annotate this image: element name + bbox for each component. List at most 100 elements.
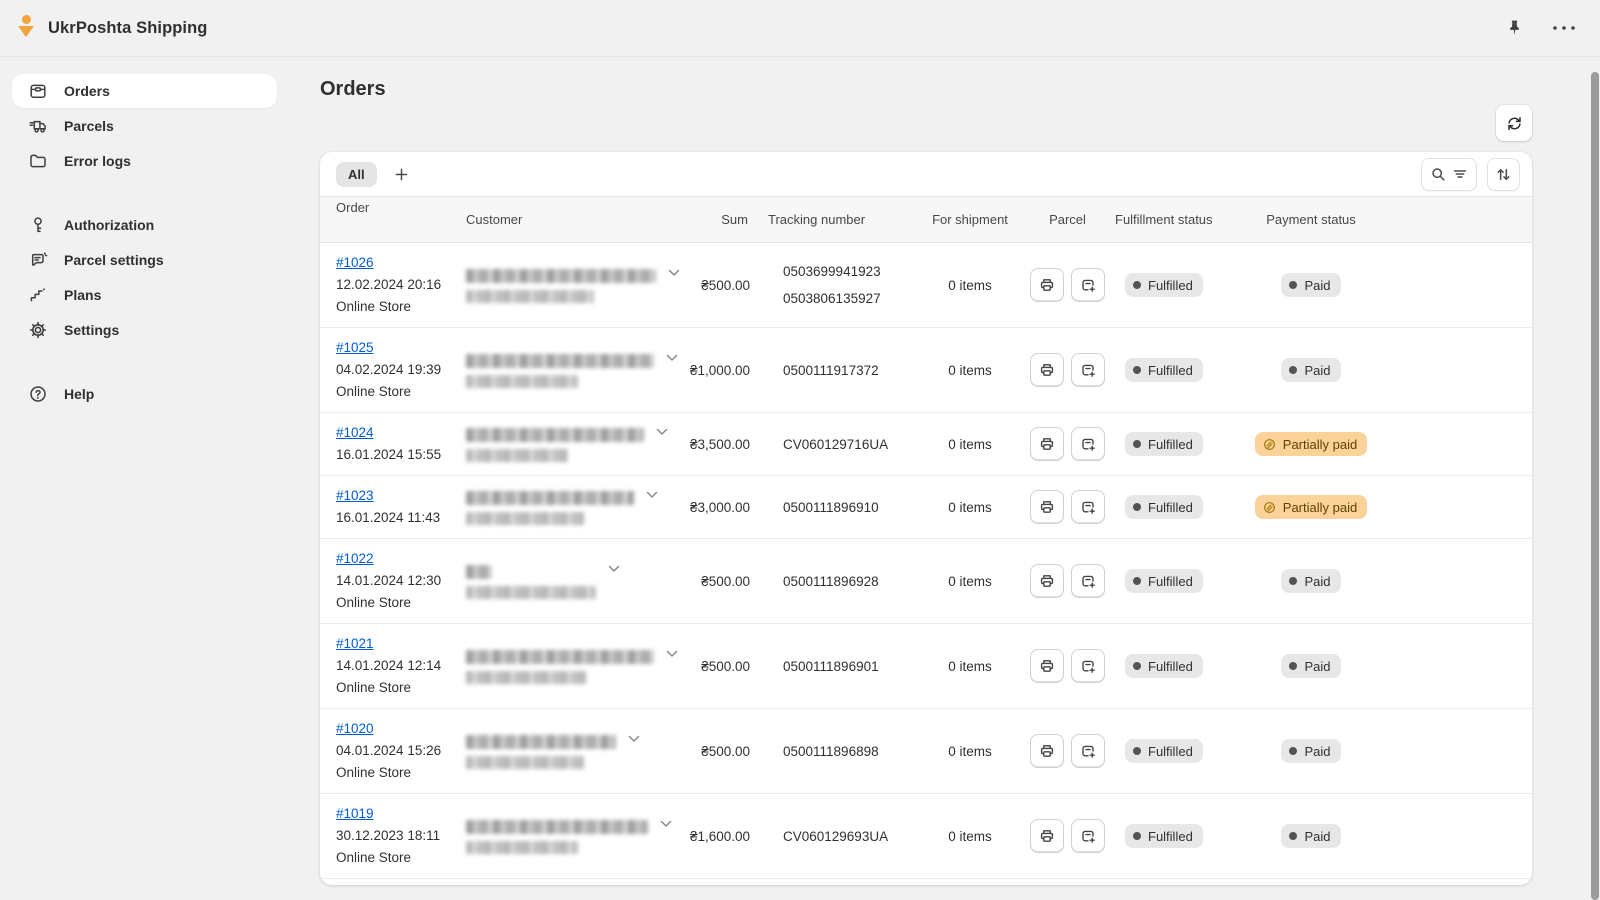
create-parcel-button[interactable] [1071, 268, 1105, 302]
column-header: Parcel [1020, 212, 1115, 227]
table-body: #1026 12.02.2024 20:16 Online Store ₴500… [320, 243, 1532, 885]
expand-customer-button[interactable] [666, 352, 678, 362]
expand-customer-button[interactable] [656, 426, 668, 436]
tracking-number: 0503806135927 [783, 291, 920, 306]
folder-icon [28, 151, 48, 171]
sidebar-item-label: Parcel settings [64, 252, 164, 268]
status-dot [1289, 662, 1297, 670]
main-content: Orders All [291, 57, 1590, 900]
fulfillment-label: Fulfilled [1148, 500, 1193, 515]
sidebar-item-error-logs[interactable]: Error logs [12, 144, 277, 178]
order-link[interactable]: #1022 [336, 551, 374, 566]
print-label-button[interactable] [1030, 734, 1064, 768]
sidebar-item-label: Parcels [64, 118, 114, 134]
customer-cell [466, 426, 672, 462]
expand-customer-button[interactable] [666, 648, 678, 658]
status-dot [1289, 366, 1297, 374]
sum-cell: ₴3,500.00 [672, 437, 750, 452]
fulfillment-badge: Fulfilled [1125, 358, 1203, 382]
chevron-down-icon [656, 428, 668, 436]
sidebar-item-authorization[interactable]: Authorization [12, 208, 277, 242]
customer-cell [466, 563, 672, 599]
status-dot [1133, 503, 1141, 511]
search-filter-button[interactable] [1421, 158, 1477, 191]
order-cell: #1022 14.01.2024 12:30 Online Store [320, 548, 466, 614]
status-dot [1133, 577, 1141, 585]
tracking-number: 0500111896901 [783, 659, 920, 674]
print-label-button[interactable] [1030, 427, 1064, 461]
column-header: Order [320, 197, 466, 219]
sum-cell: ₴500.00 [672, 574, 750, 589]
sort-button[interactable] [1487, 158, 1520, 191]
create-parcel-button[interactable] [1071, 564, 1105, 598]
sidebar-item-help[interactable]: Help [12, 377, 277, 411]
create-parcel-button[interactable] [1071, 649, 1105, 683]
expand-customer-button[interactable] [646, 489, 658, 499]
order-link[interactable]: #1024 [336, 425, 374, 440]
order-link[interactable]: #1019 [336, 806, 374, 821]
create-parcel-button[interactable] [1071, 734, 1105, 768]
order-link[interactable]: #1021 [336, 636, 374, 651]
fulfillment-label: Fulfilled [1148, 574, 1193, 589]
print-label-button[interactable] [1030, 490, 1064, 524]
order-date: 16.01.2024 11:43 [336, 507, 466, 529]
fulfillment-cell: Fulfilled [1115, 273, 1251, 297]
payment-badge: Paid [1281, 739, 1340, 763]
order-link[interactable]: #1020 [336, 721, 374, 736]
column-header: Fulfillment status [1115, 212, 1251, 227]
tracking-number: 0503699941923 [783, 264, 920, 279]
tab-all[interactable]: All [336, 162, 377, 187]
add-document-icon [1080, 743, 1096, 759]
printer-icon [1039, 573, 1055, 589]
sidebar-item-parcel-settings[interactable]: Parcel settings [12, 243, 277, 277]
print-label-button[interactable] [1030, 268, 1064, 302]
status-dot [1289, 747, 1297, 755]
printer-icon [1039, 828, 1055, 844]
order-channel: Online Store [336, 296, 466, 318]
expand-customer-button[interactable] [660, 818, 672, 828]
expand-customer-button[interactable] [628, 733, 640, 743]
status-dot [1133, 366, 1141, 374]
create-parcel-button[interactable] [1071, 353, 1105, 387]
create-parcel-button[interactable] [1071, 819, 1105, 853]
expand-customer-button[interactable] [668, 267, 680, 277]
order-link[interactable]: #1026 [336, 255, 374, 270]
overflow-menu-icon [1551, 24, 1577, 32]
customer-redacted [466, 352, 654, 388]
order-link[interactable]: #1025 [336, 340, 374, 355]
parcel-cell [1020, 819, 1115, 853]
expand-customer-button[interactable] [608, 563, 620, 573]
order-link[interactable]: #1023 [336, 488, 374, 503]
print-label-button[interactable] [1030, 564, 1064, 598]
create-parcel-button[interactable] [1071, 490, 1105, 524]
payment-label: Paid [1304, 659, 1330, 674]
filter-bar: All [320, 152, 1532, 197]
sidebar-item-orders[interactable]: Orders [12, 74, 277, 108]
overflow-menu-button[interactable] [1550, 14, 1578, 42]
refresh-button[interactable] [1496, 105, 1532, 141]
fulfillment-label: Fulfilled [1148, 363, 1193, 378]
print-label-button[interactable] [1030, 649, 1064, 683]
printer-icon [1039, 436, 1055, 452]
chat-settings-icon [28, 250, 48, 270]
scrollbar-thumb[interactable] [1591, 72, 1599, 900]
sidebar-item-plans[interactable]: Plans [12, 278, 277, 312]
chevron-down-icon [668, 269, 680, 277]
sidebar-item-settings[interactable]: Settings [12, 313, 277, 347]
order-channel: Online Store [336, 381, 466, 403]
order-cell: #1021 14.01.2024 12:14 Online Store [320, 633, 466, 699]
pin-app-button[interactable] [1500, 14, 1528, 42]
print-label-button[interactable] [1030, 819, 1064, 853]
sidebar-item-parcels[interactable]: Parcels [12, 109, 277, 143]
add-document-icon [1080, 828, 1096, 844]
create-parcel-button[interactable] [1071, 427, 1105, 461]
order-date: 16.01.2024 15:55 [336, 444, 466, 466]
tracking-cell: CV060129716UA [750, 437, 920, 452]
print-label-button[interactable] [1030, 353, 1064, 387]
add-view-button[interactable] [387, 159, 417, 189]
table-header: Order Customer Sum Tracking number For s… [320, 197, 1532, 243]
fulfillment-badge: Fulfilled [1125, 495, 1203, 519]
fulfillment-cell: Fulfilled [1115, 569, 1251, 593]
table-row: #1022 14.01.2024 12:30 Online Store ₴500… [320, 539, 1532, 624]
order-channel: Online Store [336, 677, 466, 699]
